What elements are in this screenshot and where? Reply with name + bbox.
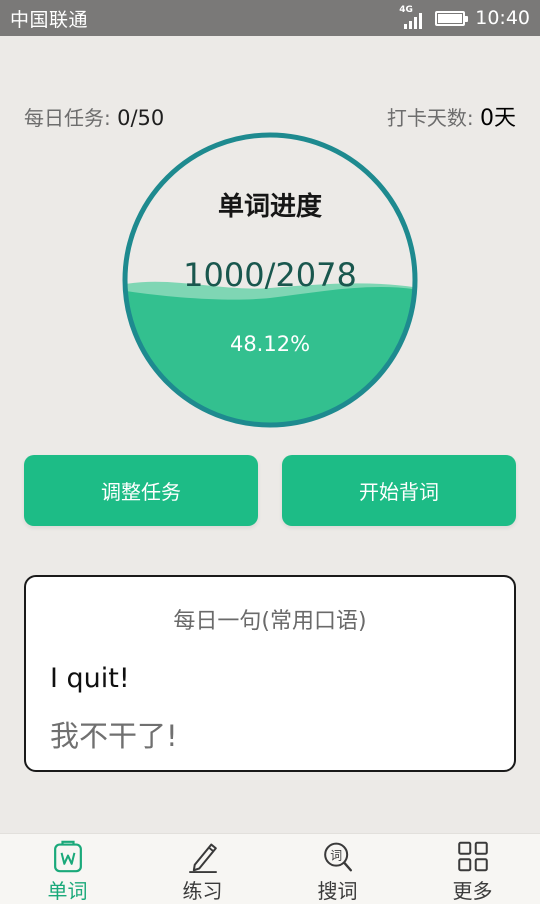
daily-sentence-title: 每日一句(常用口语) <box>173 609 367 634</box>
nav-item-practice[interactable]: 练习 <box>135 834 270 904</box>
bottom-nav: 单词 练习 词 搜词 更多 <box>0 833 540 904</box>
progress-title: 单词进度 <box>217 192 322 222</box>
pencil-icon <box>188 843 217 873</box>
start-memorize-button[interactable]: 开始背词 <box>282 455 516 526</box>
nav-item-words[interactable]: 单词 <box>0 834 135 904</box>
daily-task-value: 0/50 <box>117 105 165 130</box>
daily-sentence-english: I quit! <box>50 663 130 694</box>
daily-sentence-card[interactable]: 每日一句(常用口语) I quit! 我不干了! <box>24 575 516 772</box>
checkin-label: 打卡天数: <box>386 106 480 130</box>
status-bar: 中国联通 4G 10:40 <box>0 0 540 36</box>
adjust-task-button[interactable]: 调整任务 <box>24 455 258 526</box>
nav-label-search: 搜词 <box>317 879 358 903</box>
progress-wave <box>125 287 415 425</box>
clock: 10:40 <box>475 7 530 29</box>
nav-label-words: 单词 <box>47 879 88 903</box>
progress-percent: 48.12% <box>229 332 311 356</box>
search-word-icon: 词 <box>323 842 352 872</box>
nav-item-more[interactable]: 更多 <box>405 834 540 904</box>
nav-item-search[interactable]: 词 搜词 <box>270 834 405 904</box>
checkin-days: 打卡天数: 0天 <box>387 100 516 132</box>
battery-icon <box>435 10 469 26</box>
carrier-name: 中国联通 <box>10 8 89 31</box>
screen: 中国联通 4G 10:40 每日任务: 0/50 打卡天数: 0天 单词进度 1… <box>0 0 540 904</box>
word-book-icon <box>53 840 82 873</box>
svg-text:词: 词 <box>330 848 342 862</box>
checkin-value: 0 <box>479 106 494 131</box>
daily-sentence-chinese: 我不干了! <box>50 719 178 753</box>
progress-count: 1000/2078 <box>183 256 357 294</box>
status-indicators: 4G 10:40 <box>399 5 530 29</box>
signal-icon: 4G <box>399 5 425 29</box>
grid-icon <box>457 841 488 872</box>
nav-label-practice: 练习 <box>182 879 223 903</box>
daily-task: 每日任务: 0/50 <box>24 102 164 131</box>
daily-task-label: 每日任务: <box>24 105 118 130</box>
stats-row: 每日任务: 0/50 打卡天数: 0天 <box>24 100 516 132</box>
nav-label-more: 更多 <box>452 879 493 903</box>
checkin-unit: 天 <box>493 106 516 131</box>
